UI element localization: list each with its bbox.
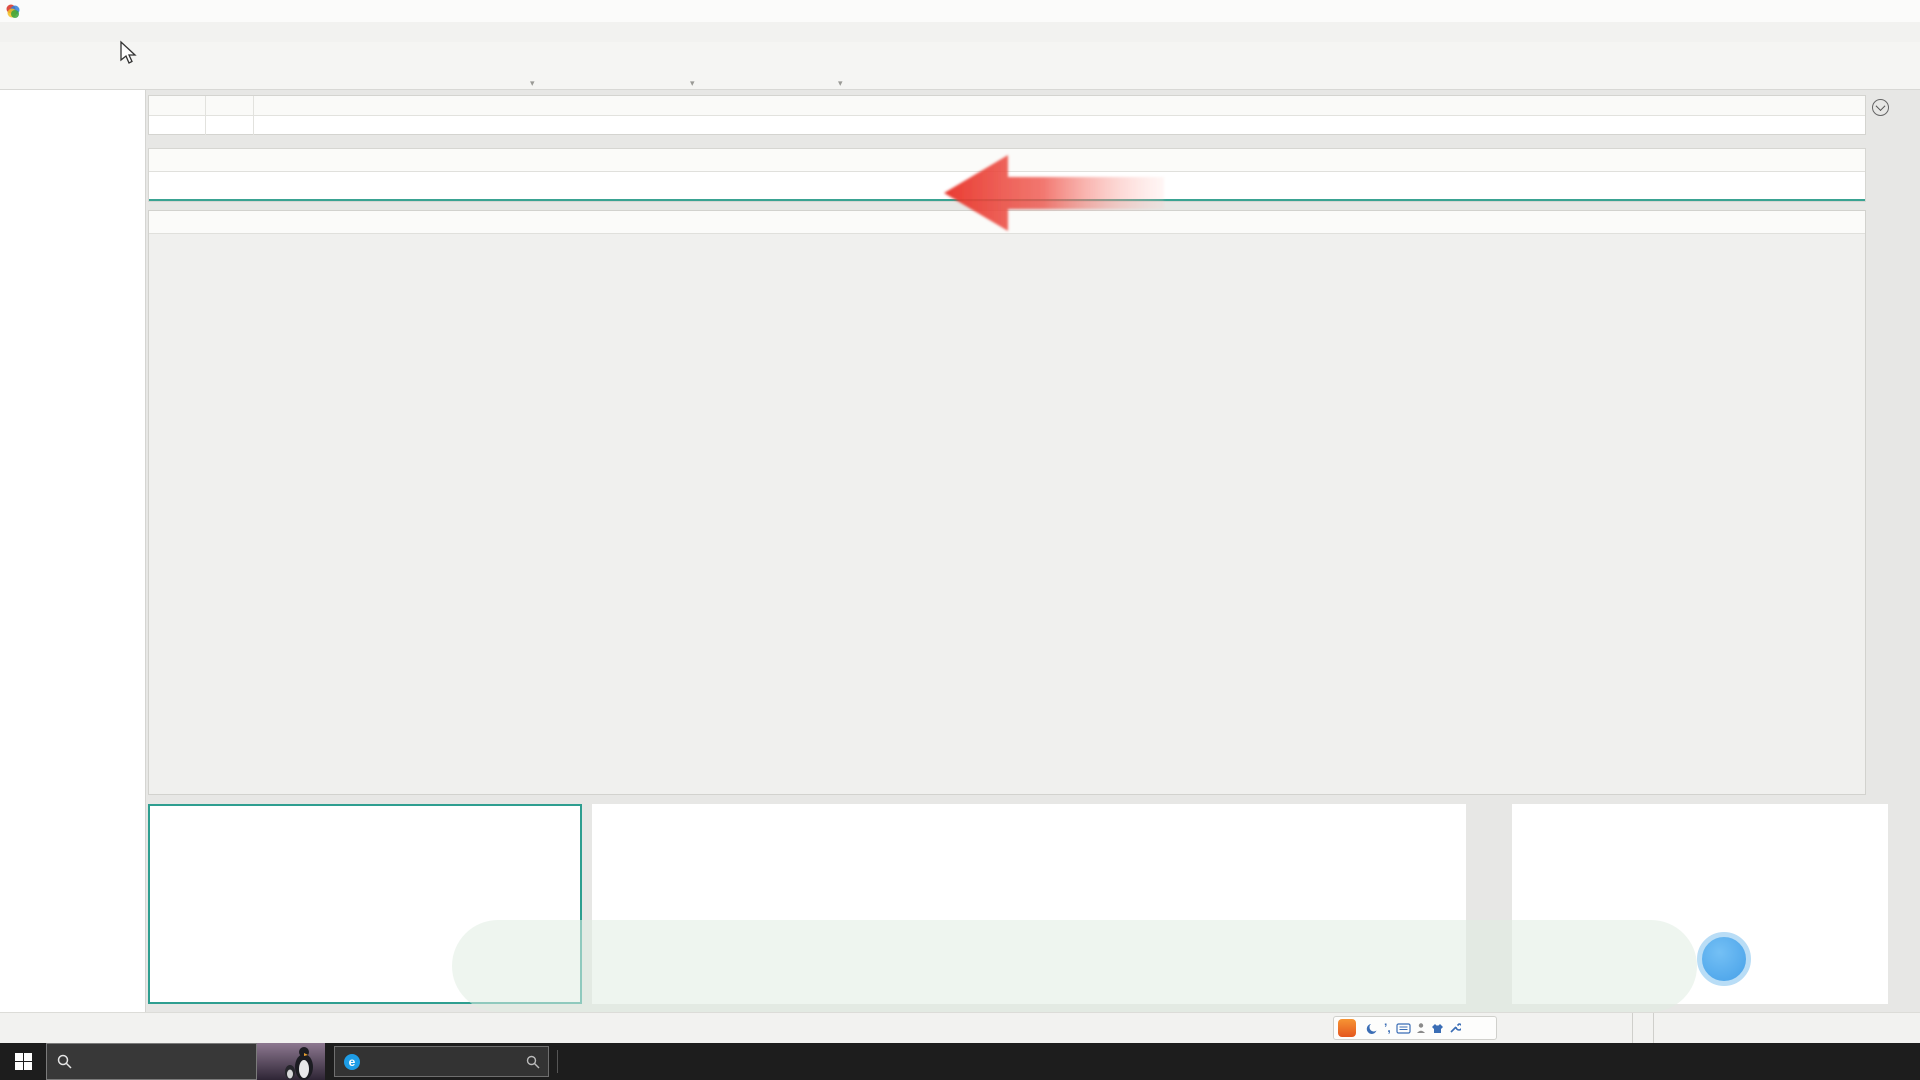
search-icon <box>57 1054 72 1069</box>
annotation-arrow <box>938 146 1168 243</box>
aperture-indicator <box>1632 1013 1654 1043</box>
taskbar-web-search-box[interactable]: e <box>334 1046 549 1077</box>
taskbar: e <box>0 1043 1920 1080</box>
toolbox-icon[interactable] <box>1449 1022 1461 1034</box>
video-timer[interactable] <box>1697 932 1751 986</box>
tolerance-panel <box>148 95 1866 135</box>
sample-tree-panel <box>0 90 146 1012</box>
start-button[interactable] <box>0 1043 46 1080</box>
night-mode-icon[interactable] <box>1366 1022 1379 1035</box>
windows-logo-icon <box>15 1053 32 1070</box>
video-subtitle-band <box>452 920 1697 1012</box>
tolerance-header <box>149 96 206 115</box>
menu-bar <box>0 22 1920 42</box>
color-diff-toggle[interactable] <box>1872 99 1892 116</box>
svg-text:e: e <box>349 1055 356 1069</box>
tolerance-value[interactable] <box>206 116 254 135</box>
minimize-button[interactable] <box>1782 0 1828 22</box>
search-icon <box>526 1055 540 1069</box>
taskbar-search-box[interactable] <box>46 1043 257 1080</box>
skin-icon[interactable] <box>1431 1023 1444 1034</box>
chevron-down-icon <box>1872 99 1889 116</box>
close-button[interactable] <box>1874 0 1920 22</box>
status-bar: ’, <box>0 1012 1920 1043</box>
tolerance-metric-header <box>206 96 254 115</box>
screen: ▾ ▾ ▾ <box>0 0 1920 1080</box>
maximize-button[interactable] <box>1828 0 1874 22</box>
title-bar <box>0 0 1920 23</box>
toolbar-overflow-icon[interactable]: ▾ <box>838 78 843 89</box>
punctuation-icon[interactable]: ’, <box>1384 1021 1391 1035</box>
soft-keyboard-icon[interactable] <box>1396 1023 1411 1034</box>
edge-browser-icon: e <box>343 1053 361 1071</box>
app-icon <box>5 3 21 19</box>
sogou-ime-bar[interactable]: ’, <box>1333 1016 1497 1040</box>
toolbar <box>0 42 1920 90</box>
toolbar-overflow-icon[interactable]: ▾ <box>530 78 535 89</box>
sogou-logo-icon[interactable] <box>1338 1019 1356 1037</box>
taskbar-photo-thumbnail[interactable] <box>257 1043 325 1080</box>
mouse-cursor <box>118 40 140 71</box>
sample-table <box>148 210 1866 795</box>
toolbar-overflow-icon[interactable]: ▾ <box>690 78 695 89</box>
taskbar-separator <box>557 1050 558 1073</box>
tolerance-illuminant <box>149 116 206 135</box>
voice-input-icon[interactable] <box>1416 1022 1426 1034</box>
